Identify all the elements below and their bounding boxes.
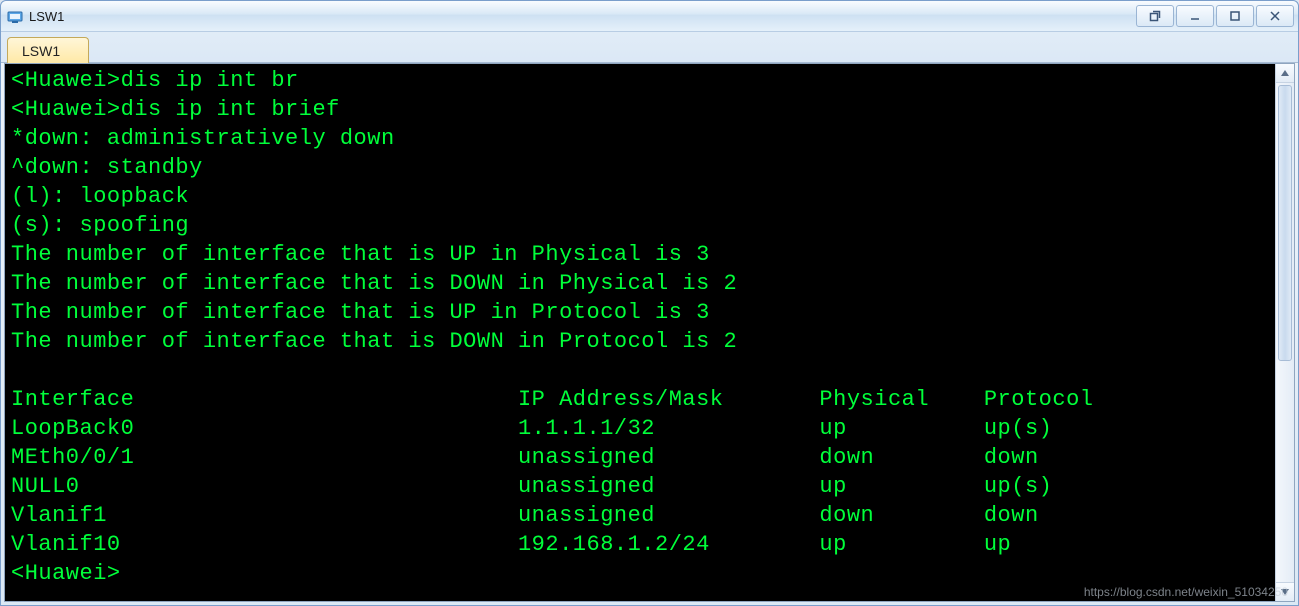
terminal-output[interactable]: <Huawei>dis ip int br <Huawei>dis ip int… (5, 64, 1275, 601)
scroll-track[interactable] (1276, 83, 1294, 582)
window-controls (1136, 5, 1294, 27)
app-window: LSW1 LSW1 <Huawei>dis ip int br <Huawei>… (0, 0, 1299, 606)
app-icon (7, 8, 23, 24)
tab-lsw1[interactable]: LSW1 (7, 37, 89, 63)
window-title: LSW1 (29, 9, 64, 24)
terminal-area: <Huawei>dis ip int br <Huawei>dis ip int… (4, 63, 1295, 602)
maximize-button[interactable] (1216, 5, 1254, 27)
scroll-down-arrow-icon[interactable] (1276, 582, 1294, 601)
tab-label: LSW1 (22, 43, 60, 59)
minimize-button[interactable] (1176, 5, 1214, 27)
tab-strip: LSW1 (1, 32, 1298, 63)
vertical-scrollbar[interactable] (1275, 64, 1294, 601)
detach-button[interactable] (1136, 5, 1174, 27)
title-left: LSW1 (7, 8, 1136, 24)
scroll-thumb[interactable] (1278, 85, 1292, 361)
close-button[interactable] (1256, 5, 1294, 27)
scroll-up-arrow-icon[interactable] (1276, 64, 1294, 83)
titlebar: LSW1 (1, 1, 1298, 32)
